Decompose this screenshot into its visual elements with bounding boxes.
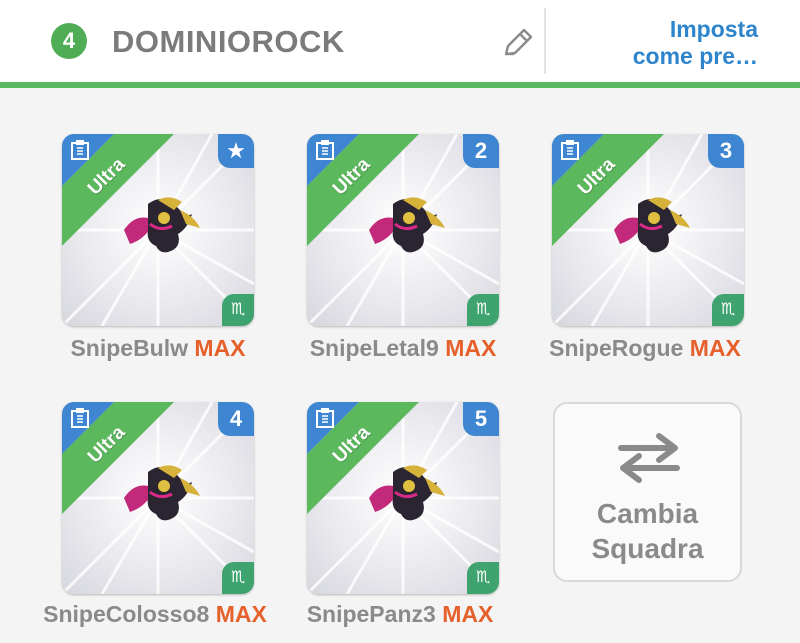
monster-card[interactable]: Ultra 4 ♏ xyxy=(62,402,254,594)
monster-image xyxy=(124,197,200,253)
zodiac-icon: ♏ xyxy=(467,562,499,594)
edit-name-button[interactable] xyxy=(500,26,536,60)
monster-name-label: SnipeColosso8 MAX xyxy=(25,600,285,628)
monster-image xyxy=(614,197,690,253)
monster-name: SnipeRogue xyxy=(549,335,684,361)
preset-line-1: Imposta xyxy=(669,16,758,42)
level-tag: MAX xyxy=(689,335,741,361)
change-team-label: Cambia Squadra xyxy=(555,496,740,566)
swap-arrows-icon xyxy=(618,433,680,483)
pencil-icon xyxy=(504,28,533,56)
zodiac-icon: ♏ xyxy=(222,562,254,594)
monster-image xyxy=(124,465,200,521)
monster-name: SnipeLetal9 xyxy=(309,335,439,361)
header-underline xyxy=(0,82,800,88)
team-number-badge: 4 xyxy=(51,23,87,59)
monster-card[interactable]: Ultra ★ ♏ xyxy=(62,134,254,326)
document-icon xyxy=(71,140,89,160)
zodiac-icon: ♏ xyxy=(222,294,254,326)
document-icon xyxy=(561,140,579,160)
document-icon xyxy=(71,408,89,428)
monster-card[interactable]: Ultra 5 ♏ xyxy=(307,402,499,594)
document-icon xyxy=(316,408,334,428)
level-tag: MAX xyxy=(215,601,267,627)
monster-name: SnipeColosso8 xyxy=(43,601,210,627)
zodiac-icon: ♏ xyxy=(467,294,499,326)
monster-card[interactable]: Ultra 2 ♏ xyxy=(307,134,499,326)
monster-name: SnipePanz3 xyxy=(306,601,436,627)
level-tag: MAX xyxy=(194,335,246,361)
monster-image xyxy=(369,197,445,253)
set-as-preset-link[interactable]: Imposta come pre… xyxy=(600,16,758,70)
team-header: 4 DOMINIOROCK Imposta come pre… xyxy=(0,0,800,82)
level-tag: MAX xyxy=(445,335,497,361)
monster-name-label: SnipePanz3 MAX xyxy=(270,600,530,628)
monster-image xyxy=(369,465,445,521)
slot-number-badge: 4 xyxy=(218,402,254,436)
change-team-button[interactable]: Cambia Squadra xyxy=(553,402,742,582)
monster-name-label: SnipeRogue MAX xyxy=(515,334,775,362)
change-team-line-2: Squadra xyxy=(591,533,704,564)
header-divider xyxy=(544,8,546,74)
monster-name: SnipeBulw xyxy=(70,335,189,361)
slot-number-badge: 3 xyxy=(708,134,744,168)
monster-name-label: SnipeBulw MAX xyxy=(28,334,288,362)
monster-card[interactable]: Ultra 3 ♏ xyxy=(552,134,744,326)
change-team-line-1: Cambia xyxy=(596,498,699,529)
document-icon xyxy=(316,140,334,160)
slot-number-badge: 5 xyxy=(463,402,499,436)
monster-name-label: SnipeLetal9 MAX xyxy=(273,334,533,362)
level-tag: MAX xyxy=(442,601,494,627)
slot-number-badge: 2 xyxy=(463,134,499,168)
star-icon: ★ xyxy=(218,134,254,168)
team-name: DOMINIOROCK xyxy=(112,24,345,59)
zodiac-icon: ♏ xyxy=(712,294,744,326)
preset-line-2: come pre… xyxy=(632,43,758,69)
